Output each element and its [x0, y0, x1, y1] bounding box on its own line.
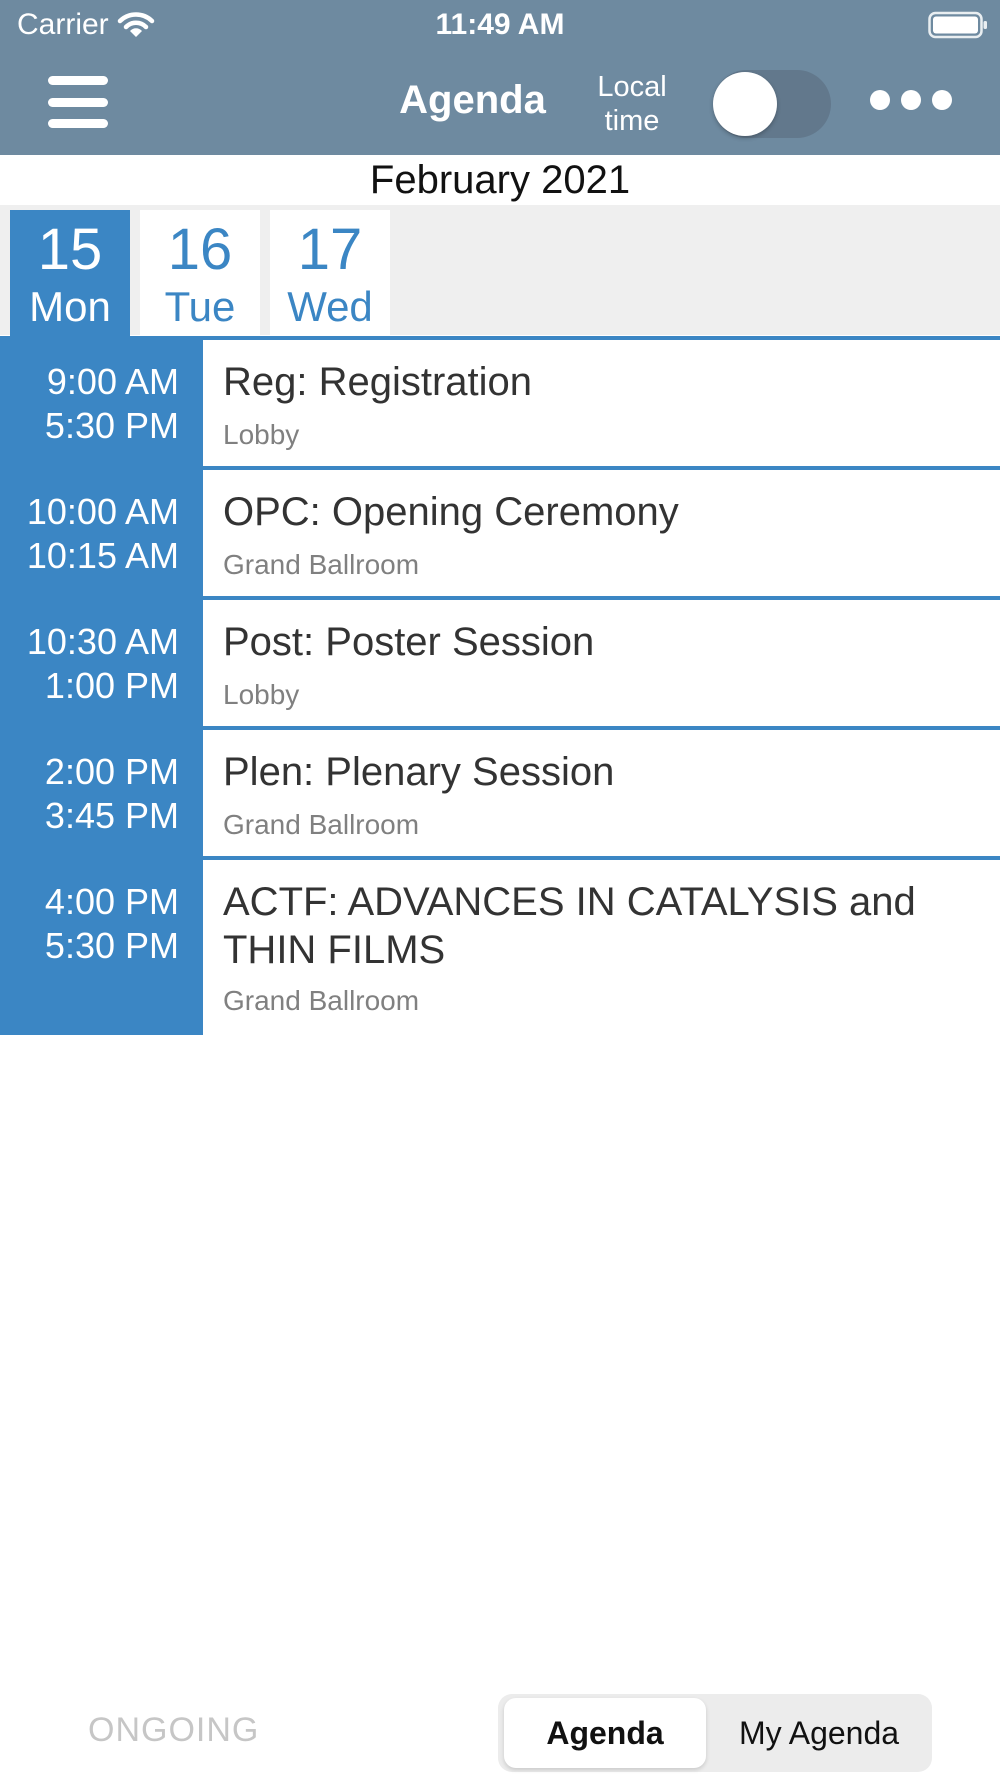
- session-end: 1:00 PM: [44, 665, 179, 706]
- hamburger-menu-icon[interactable]: [46, 72, 110, 132]
- session-location: Lobby: [223, 419, 300, 450]
- page-title: Agenda: [399, 78, 546, 122]
- session-detail: ACTF: ADVANCES IN CATALYSIS and THIN FIL…: [203, 860, 1000, 1035]
- session-start: 10:30 AM: [26, 621, 179, 662]
- session-start: 2:00 PM: [44, 751, 179, 792]
- session-location: Grand Ballroom: [223, 809, 420, 840]
- session-start: 4:00 PM: [44, 881, 179, 922]
- session-time: 2:00 PM 3:45 PM: [0, 730, 203, 860]
- session-detail: Reg: Registration Lobby: [203, 340, 1000, 470]
- status-time: 11:49 AM: [435, 8, 565, 41]
- session-row[interactable]: 10:00 AM 10:15 AM OPC: Opening Ceremony …: [0, 470, 1000, 600]
- session-row[interactable]: 4:00 PM 5:30 PM ACTF: ADVANCES IN CATALY…: [0, 860, 1000, 1035]
- day-name: Wed: [287, 283, 373, 330]
- session-end: 5:30 PM: [44, 405, 179, 446]
- top-bar: Carrier 11:49 AM Agenda Local time: [0, 0, 1000, 155]
- session-end: 3:45 PM: [44, 795, 179, 836]
- session-title: ACTF: ADVANCES IN CATALYSIS and THIN FIL…: [223, 880, 916, 972]
- ongoing-button[interactable]: ONGOING: [88, 1711, 259, 1750]
- session-location: Grand Ballroom: [223, 985, 420, 1016]
- session-title: Plen: Plenary Session: [223, 750, 615, 794]
- session-time: 10:00 AM 10:15 AM: [0, 470, 203, 600]
- session-start: 10:00 AM: [26, 491, 179, 532]
- agenda-screen: Carrier 11:49 AM Agenda Local time Febru…: [0, 0, 1000, 1778]
- session-list: 9:00 AM 5:30 PM Reg: Registration Lobby …: [0, 340, 1000, 1035]
- session-title: OPC: Opening Ceremony: [223, 490, 679, 534]
- session-start: 9:00 AM: [46, 361, 179, 402]
- session-row[interactable]: 2:00 PM 3:45 PM Plen: Plenary Session Gr…: [0, 730, 1000, 860]
- day-number: 17: [297, 217, 363, 282]
- local-time-toggle[interactable]: [713, 70, 831, 138]
- session-row[interactable]: 9:00 AM 5:30 PM Reg: Registration Lobby: [0, 340, 1000, 470]
- toggle-knob: [713, 72, 777, 136]
- session-time: 4:00 PM 5:30 PM: [0, 860, 203, 1035]
- local-time-label: Local time: [597, 71, 667, 137]
- segment-my-agenda[interactable]: My Agenda: [712, 1698, 926, 1768]
- segment-agenda[interactable]: Agenda: [504, 1698, 706, 1768]
- day-name: Mon: [29, 283, 111, 330]
- month-header: February 2021: [369, 158, 631, 202]
- day-tab-15[interactable]: 15 Mon: [10, 210, 130, 336]
- session-title: Reg: Registration: [223, 360, 533, 404]
- session-title: Post: Poster Session: [223, 620, 595, 664]
- session-end: 5:30 PM: [44, 925, 179, 966]
- session-end: 10:15 AM: [26, 535, 179, 576]
- agenda-segmented-control: Agenda My Agenda: [498, 1694, 932, 1772]
- session-time: 10:30 AM 1:00 PM: [0, 600, 203, 730]
- session-detail: OPC: Opening Ceremony Grand Ballroom: [203, 470, 1000, 600]
- session-row[interactable]: 10:30 AM 1:00 PM Post: Poster Session Lo…: [0, 600, 1000, 730]
- session-location: Grand Ballroom: [223, 549, 420, 580]
- day-name: Tue: [164, 283, 236, 330]
- day-selector: 15 Mon 16 Tue 17 Wed: [0, 205, 1000, 336]
- session-location: Lobby: [223, 679, 300, 710]
- session-detail: Plen: Plenary Session Grand Ballroom: [203, 730, 1000, 860]
- session-detail: Post: Poster Session Lobby: [203, 600, 1000, 730]
- session-time: 9:00 AM 5:30 PM: [0, 340, 203, 470]
- more-dots-icon[interactable]: [870, 86, 952, 114]
- battery-icon: [928, 11, 987, 39]
- day-number: 15: [37, 217, 103, 282]
- day-number: 16: [167, 217, 233, 282]
- day-tab-17[interactable]: 17 Wed: [270, 210, 390, 336]
- day-tab-16[interactable]: 16 Tue: [140, 210, 260, 336]
